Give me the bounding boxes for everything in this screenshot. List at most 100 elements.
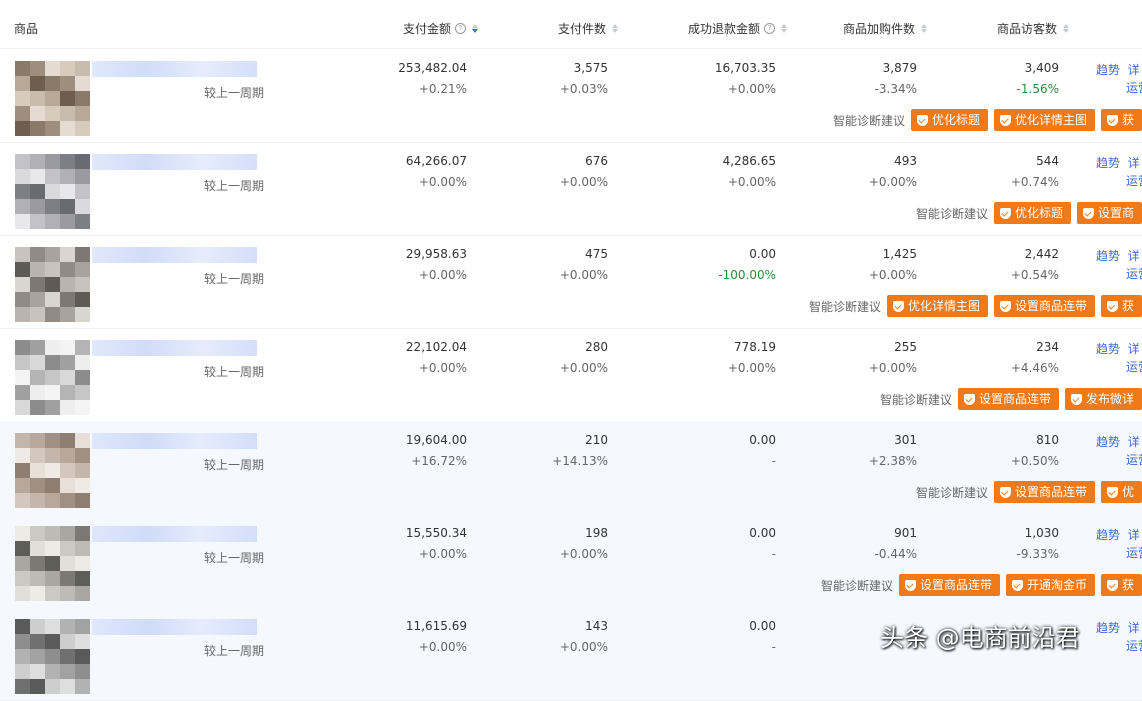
col-pay-count[interactable]: 支付件数	[558, 20, 619, 37]
suggestion-button[interactable]: 优化详情主图	[993, 109, 1095, 131]
detail-link[interactable]: 详	[1128, 63, 1140, 77]
visitor-count-change: +4.46%	[1010, 361, 1059, 375]
product-title-blurred[interactable]	[92, 340, 257, 356]
product-thumbnail[interactable]	[15, 61, 90, 136]
suggestion-button[interactable]: 设置商品连带	[993, 295, 1095, 317]
cart-count-change: +0.00%	[868, 175, 917, 189]
col-refund[interactable]: 成功退款金额?	[688, 20, 788, 37]
suggestion-label: 设置商品连带	[978, 392, 1051, 406]
sort-icon[interactable]	[472, 24, 479, 33]
trend-link[interactable]: 趋势	[1096, 156, 1120, 170]
suggestion-button[interactable]: 设置商品连带	[957, 388, 1059, 410]
visitor-count-value: 3,409	[1024, 61, 1059, 75]
refund-amount-change: -100.00%	[718, 268, 776, 282]
cart-count-change: +2.38%	[868, 454, 917, 468]
trend-link[interactable]: 趋势	[1096, 435, 1120, 449]
suggestion-button[interactable]: 优	[1100, 481, 1142, 503]
refund-amount-change: -	[771, 640, 776, 654]
detail-link[interactable]: 详	[1128, 156, 1140, 170]
suggestion-button[interactable]: 设置商	[1076, 202, 1142, 224]
diagnosis-suggestions: 智能诊断建议 设置商品连带 发布微详	[880, 388, 1142, 410]
cart-count-value: 901	[894, 526, 917, 540]
suggestion-button[interactable]: 获	[1100, 574, 1142, 596]
ops-link[interactable]: 运营	[1126, 81, 1142, 95]
product-title-blurred[interactable]	[92, 433, 257, 449]
col-product: 商品	[14, 22, 39, 36]
suggestion-button[interactable]: 开通淘金币	[1005, 574, 1095, 596]
watermark: 头条 @电商前沿君	[880, 624, 1080, 652]
pay-count-value: 676	[585, 154, 608, 168]
cart-count-change: -0.44%	[874, 547, 917, 561]
product-thumbnail[interactable]	[15, 526, 90, 601]
col-pay-amount[interactable]: 支付金额?	[403, 20, 479, 37]
suggestion-button[interactable]: 优化详情主图	[886, 295, 988, 317]
ops-link[interactable]: 运营	[1126, 639, 1142, 653]
detail-link[interactable]: 详	[1128, 249, 1140, 263]
shield-icon	[1082, 207, 1094, 219]
product-thumbnail[interactable]	[15, 247, 90, 322]
pay-amount-change: +0.00%	[418, 547, 467, 561]
shield-icon	[999, 114, 1011, 126]
visitor-count-value: 544	[1036, 154, 1059, 168]
trend-link[interactable]: 趋势	[1096, 528, 1120, 542]
ops-link[interactable]: 运营	[1126, 267, 1142, 281]
refund-amount-value: 0.00	[749, 526, 776, 540]
pay-amount-value: 29,958.63	[405, 247, 467, 261]
detail-link[interactable]: 详	[1128, 528, 1140, 542]
product-thumbnail[interactable]	[15, 154, 90, 229]
detail-link[interactable]: 详	[1128, 621, 1140, 635]
product-thumbnail[interactable]	[15, 619, 90, 694]
product-title-blurred[interactable]	[92, 247, 257, 263]
ops-link[interactable]: 运营	[1126, 360, 1142, 374]
trend-link[interactable]: 趋势	[1096, 621, 1120, 635]
col-cart[interactable]: 商品加购件数	[843, 20, 928, 37]
trend-link[interactable]: 趋势	[1096, 249, 1120, 263]
trend-link[interactable]: 趋势	[1096, 342, 1120, 356]
pay-amount-value: 22,102.04	[405, 340, 467, 354]
compare-label: 较上一周期	[203, 272, 264, 286]
suggest-label: 智能诊断建议	[879, 392, 952, 407]
product-title-blurred[interactable]	[92, 619, 257, 635]
ops-link[interactable]: 运营	[1126, 546, 1142, 560]
detail-link[interactable]: 详	[1128, 342, 1140, 356]
suggestion-button[interactable]: 发布微详	[1064, 388, 1142, 410]
product-title-blurred[interactable]	[92, 61, 257, 77]
shield-icon	[1106, 579, 1118, 591]
suggestion-button[interactable]: 设置商品连带	[993, 481, 1095, 503]
row-actions: 趋势 详运营	[1096, 340, 1142, 376]
pay-count-value: 210	[585, 433, 608, 447]
col-visitors[interactable]: 商品访客数	[997, 20, 1070, 37]
sort-icon[interactable]	[612, 24, 619, 33]
suggestion-label: 优化标题	[931, 113, 980, 127]
product-title-blurred[interactable]	[92, 526, 257, 542]
ops-link[interactable]: 运营	[1126, 174, 1142, 188]
detail-link[interactable]: 详	[1128, 435, 1140, 449]
shield-icon	[963, 393, 975, 405]
suggest-label: 智能诊断建议	[915, 485, 988, 500]
sort-icon[interactable]	[781, 24, 788, 33]
help-icon: ?	[764, 23, 776, 34]
suggestion-label: 开通淘金币	[1026, 578, 1087, 592]
suggestion-label: 设置商品连带	[1014, 299, 1087, 313]
row-actions: 趋势 详运营	[1096, 433, 1142, 469]
cart-count-value: 493	[894, 154, 917, 168]
suggestion-button[interactable]: 设置商品连带	[898, 574, 1000, 596]
trend-link[interactable]: 趋势	[1096, 63, 1120, 77]
product-thumbnail[interactable]	[15, 340, 90, 415]
pay-count-change: +0.00%	[559, 175, 608, 189]
suggestion-button[interactable]: 优化标题	[993, 202, 1071, 224]
suggestion-button[interactable]: 获	[1100, 295, 1142, 317]
product-thumbnail[interactable]	[15, 433, 90, 508]
sort-icon[interactable]	[1063, 24, 1070, 33]
suggestion-button[interactable]: 获	[1100, 109, 1142, 131]
ops-link[interactable]: 运营	[1126, 453, 1142, 467]
cart-count-value: 1,425	[882, 247, 917, 261]
compare-label: 较上一周期	[203, 551, 264, 565]
sort-icon[interactable]	[921, 24, 928, 33]
suggestion-button[interactable]: 优化标题	[910, 109, 988, 131]
pay-count-value: 3,575	[573, 61, 608, 75]
pay-amount-value: 11,615.69	[405, 619, 467, 633]
suggest-label: 智能诊断建议	[915, 206, 988, 221]
product-title-blurred[interactable]	[92, 154, 257, 170]
suggestion-label: 设置商品连带	[919, 578, 992, 592]
